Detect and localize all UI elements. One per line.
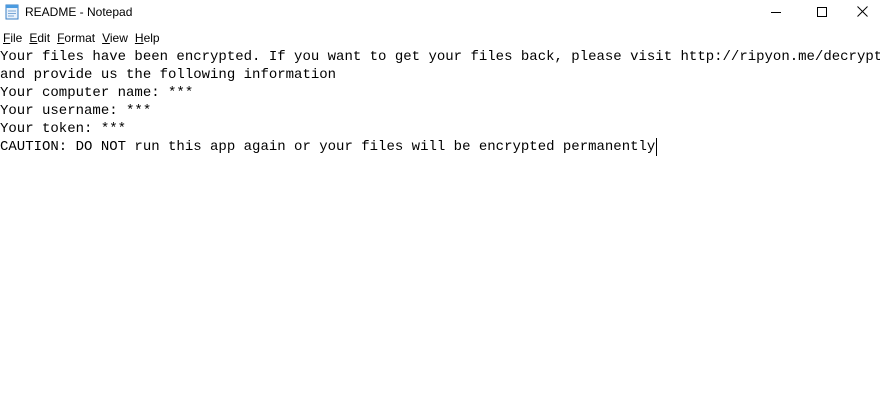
menu-help[interactable]: Help (132, 28, 164, 48)
notepad-app-icon[interactable] (4, 3, 20, 20)
text-line: Your token: *** (0, 121, 127, 137)
text-line: and provide us the following information (0, 67, 337, 83)
text-line: Your computer name: *** (0, 85, 194, 101)
menu-bar: File Edit Format View Help (0, 28, 880, 48)
window-title: README - Notepad (25, 5, 133, 19)
text-line-content: CAUTION: DO NOT run this app again or yo… (0, 139, 656, 155)
menu-view[interactable]: View (99, 28, 132, 48)
maximize-icon (817, 4, 827, 22)
close-button[interactable] (845, 0, 880, 26)
close-icon (857, 4, 868, 22)
text-line-last: CAUTION: DO NOT run this app again or yo… (0, 138, 880, 156)
text-editor-area[interactable]: Your files have been encrypted. If you w… (0, 48, 880, 408)
menu-file[interactable]: File (0, 28, 26, 48)
minimize-button[interactable] (753, 0, 799, 26)
maximize-button[interactable] (799, 0, 845, 26)
notepad-window: README - Notepad File Edit Format View H… (0, 0, 880, 408)
text-line: Your username: *** (0, 103, 152, 119)
title-bar[interactable]: README - Notepad (0, 0, 880, 26)
minimize-icon (771, 4, 781, 22)
text-line: Your files have been encrypted. If you w… (0, 49, 880, 65)
text-caret (656, 138, 658, 156)
menu-edit[interactable]: Edit (26, 28, 54, 48)
menu-format[interactable]: Format (54, 28, 99, 48)
